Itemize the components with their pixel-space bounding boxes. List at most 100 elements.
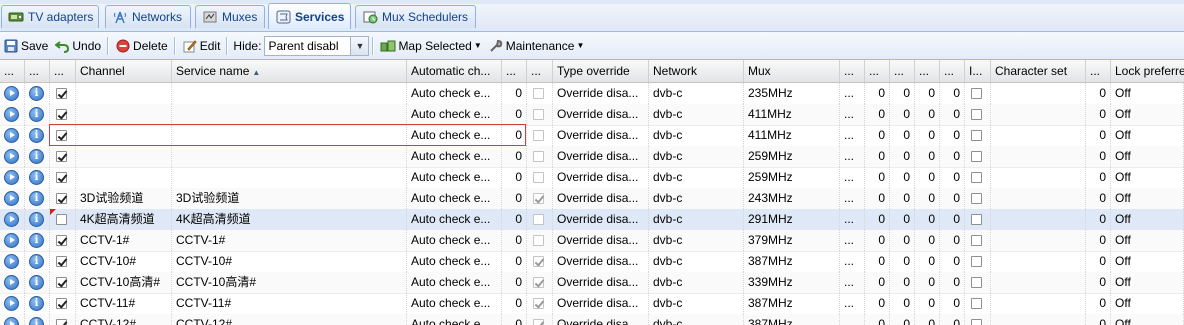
row-checkbox[interactable] [971, 298, 982, 309]
table-row[interactable]: Auto check e...0Override disa...dvb-c259… [0, 146, 1184, 168]
delete-button[interactable]: Delete [112, 36, 171, 56]
check-cell[interactable] [965, 146, 991, 167]
column-header-mux[interactable]: Mux [744, 60, 840, 82]
automatic-check-cell[interactable]: Auto check e... [407, 83, 502, 104]
channel-cell[interactable]: CCTV-11# [76, 293, 172, 314]
undo-button[interactable]: Undo [51, 36, 104, 56]
map-selected-button[interactable]: Map Selected ▼ [377, 36, 484, 56]
automatic-check-cell[interactable]: Auto check e... [407, 251, 502, 272]
play-cell[interactable] [0, 293, 25, 314]
column-header-c7[interactable]: ... [527, 60, 553, 82]
service-name-cell[interactable]: CCTV-10# [172, 251, 407, 272]
row-checkbox[interactable] [971, 88, 982, 99]
character-set-cell[interactable] [991, 83, 1086, 104]
channel-cell[interactable]: CCTV-10# [76, 251, 172, 272]
enabled-cell[interactable] [50, 167, 76, 188]
table-row[interactable]: 4K超高清频道4K超高清频道Auto check e...0Override d… [0, 209, 1184, 231]
row-checkbox[interactable] [971, 277, 982, 288]
enabled-cell[interactable] [50, 146, 76, 167]
row-checkbox[interactable] [971, 256, 982, 267]
column-header-info[interactable]: ... [25, 60, 50, 82]
info-cell[interactable] [25, 83, 50, 104]
character-set-cell[interactable] [991, 104, 1086, 125]
play-cell[interactable] [0, 272, 25, 293]
automatic-check-cell[interactable]: Auto check e... [407, 272, 502, 293]
row-checkbox[interactable] [971, 109, 982, 120]
automatic-check-cell[interactable]: Auto check e... [407, 104, 502, 125]
character-set-cell[interactable] [991, 188, 1086, 209]
play-icon[interactable] [4, 128, 19, 143]
table-row[interactable]: CCTV-11#CCTV-11#Auto check e...0Override… [0, 293, 1184, 315]
automatic-check-cell[interactable]: Auto check e... [407, 314, 502, 325]
check-cell[interactable] [527, 146, 553, 167]
column-header-character-set[interactable]: Character set [991, 60, 1086, 82]
character-set-cell[interactable] [991, 230, 1086, 251]
table-row[interactable]: Auto check e...0Override disa...dvb-c411… [0, 104, 1184, 126]
info-icon[interactable] [29, 254, 44, 269]
service-name-cell[interactable] [172, 83, 407, 104]
enabled-cell[interactable] [50, 104, 76, 125]
column-header-c15[interactable]: ... [940, 60, 965, 82]
column-header-automatic-check[interactable]: Automatic ch... [407, 60, 502, 82]
check-cell[interactable] [527, 104, 553, 125]
service-name-cell[interactable]: CCTV-10高清# [172, 272, 407, 293]
info-icon[interactable] [29, 233, 44, 248]
lock-preference-cell[interactable]: Off [1111, 314, 1184, 325]
check-cell[interactable] [965, 272, 991, 293]
lock-preference-cell[interactable]: Off [1111, 230, 1184, 251]
character-set-cell[interactable] [991, 293, 1086, 314]
info-icon[interactable] [29, 317, 44, 325]
check-cell[interactable] [965, 314, 991, 325]
play-cell[interactable] [0, 209, 25, 230]
play-icon[interactable] [4, 212, 19, 227]
lock-preference-cell[interactable]: Off [1111, 167, 1184, 188]
info-cell[interactable] [25, 167, 50, 188]
enabled-checkbox[interactable] [56, 172, 67, 183]
play-cell[interactable] [0, 125, 25, 146]
enabled-cell[interactable] [50, 125, 76, 146]
enabled-cell[interactable] [50, 83, 76, 104]
play-cell[interactable] [0, 314, 25, 325]
type-override-cell[interactable]: Override disa... [553, 167, 649, 188]
service-name-cell[interactable]: CCTV-12# [172, 314, 407, 325]
type-override-cell[interactable]: Override disa... [553, 125, 649, 146]
check-cell[interactable] [965, 104, 991, 125]
check-cell[interactable] [965, 188, 991, 209]
column-header-c14[interactable]: ... [915, 60, 940, 82]
enabled-cell[interactable] [50, 272, 76, 293]
info-icon[interactable] [29, 296, 44, 311]
play-cell[interactable] [0, 104, 25, 125]
channel-cell[interactable] [76, 167, 172, 188]
channel-cell[interactable] [76, 125, 172, 146]
channel-cell[interactable]: 4K超高清频道 [76, 209, 172, 230]
column-header-channel[interactable]: Channel [76, 60, 172, 82]
play-icon[interactable] [4, 149, 19, 164]
channel-cell[interactable]: CCTV-1# [76, 230, 172, 251]
check-cell[interactable] [965, 83, 991, 104]
column-header-type-override[interactable]: Type override [553, 60, 649, 82]
table-row[interactable]: CCTV-12#CCTV-12#Auto check e...0Override… [0, 314, 1184, 325]
info-cell[interactable] [25, 314, 50, 325]
row-checkbox[interactable] [971, 151, 982, 162]
check-cell[interactable] [527, 83, 553, 104]
service-name-cell[interactable] [172, 125, 407, 146]
type-override-cell[interactable]: Override disa... [553, 293, 649, 314]
service-name-cell[interactable]: 4K超高清频道 [172, 209, 407, 230]
enabled-checkbox[interactable] [56, 214, 67, 225]
info-icon[interactable] [29, 128, 44, 143]
row-checkbox[interactable] [533, 277, 544, 288]
row-checkbox[interactable] [971, 172, 982, 183]
info-icon[interactable] [29, 191, 44, 206]
table-row[interactable]: CCTV-10#CCTV-10#Auto check e...0Override… [0, 251, 1184, 273]
enabled-checkbox[interactable] [56, 298, 67, 309]
row-checkbox[interactable] [533, 256, 544, 267]
channel-cell[interactable]: 3D试验频道 [76, 188, 172, 209]
check-cell[interactable] [965, 209, 991, 230]
automatic-check-cell[interactable]: Auto check e... [407, 125, 502, 146]
type-override-cell[interactable]: Override disa... [553, 146, 649, 167]
enabled-checkbox[interactable] [56, 109, 67, 120]
info-cell[interactable] [25, 209, 50, 230]
row-checkbox[interactable] [533, 109, 544, 120]
row-checkbox[interactable] [533, 319, 544, 325]
enabled-cell[interactable] [50, 251, 76, 272]
